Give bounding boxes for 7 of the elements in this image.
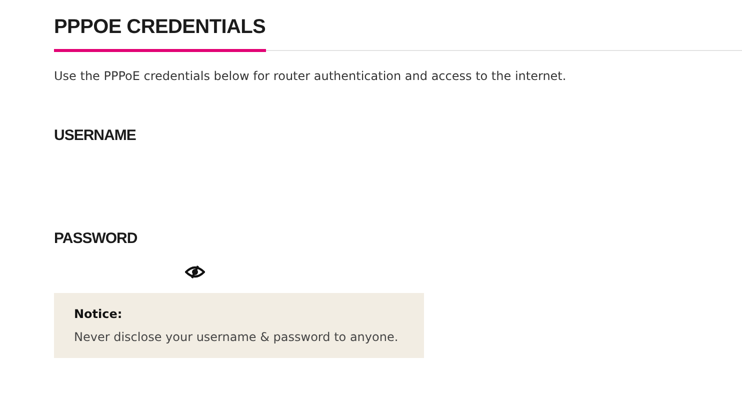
field-label: USERNAME <box>54 127 137 144</box>
section-title: PPPOE CREDENTIALS <box>54 12 266 52</box>
eye-hidden-icon[interactable] <box>185 265 205 279</box>
notice-title: Notice: <box>74 307 124 321</box>
field-label: PASSWORD <box>54 230 138 247</box>
description-text: Use the PPPoE credentials below for router authentication and access to the internet. <box>54 69 568 83</box>
notice-text: Never disclose your username & password to anyone. <box>74 330 400 344</box>
